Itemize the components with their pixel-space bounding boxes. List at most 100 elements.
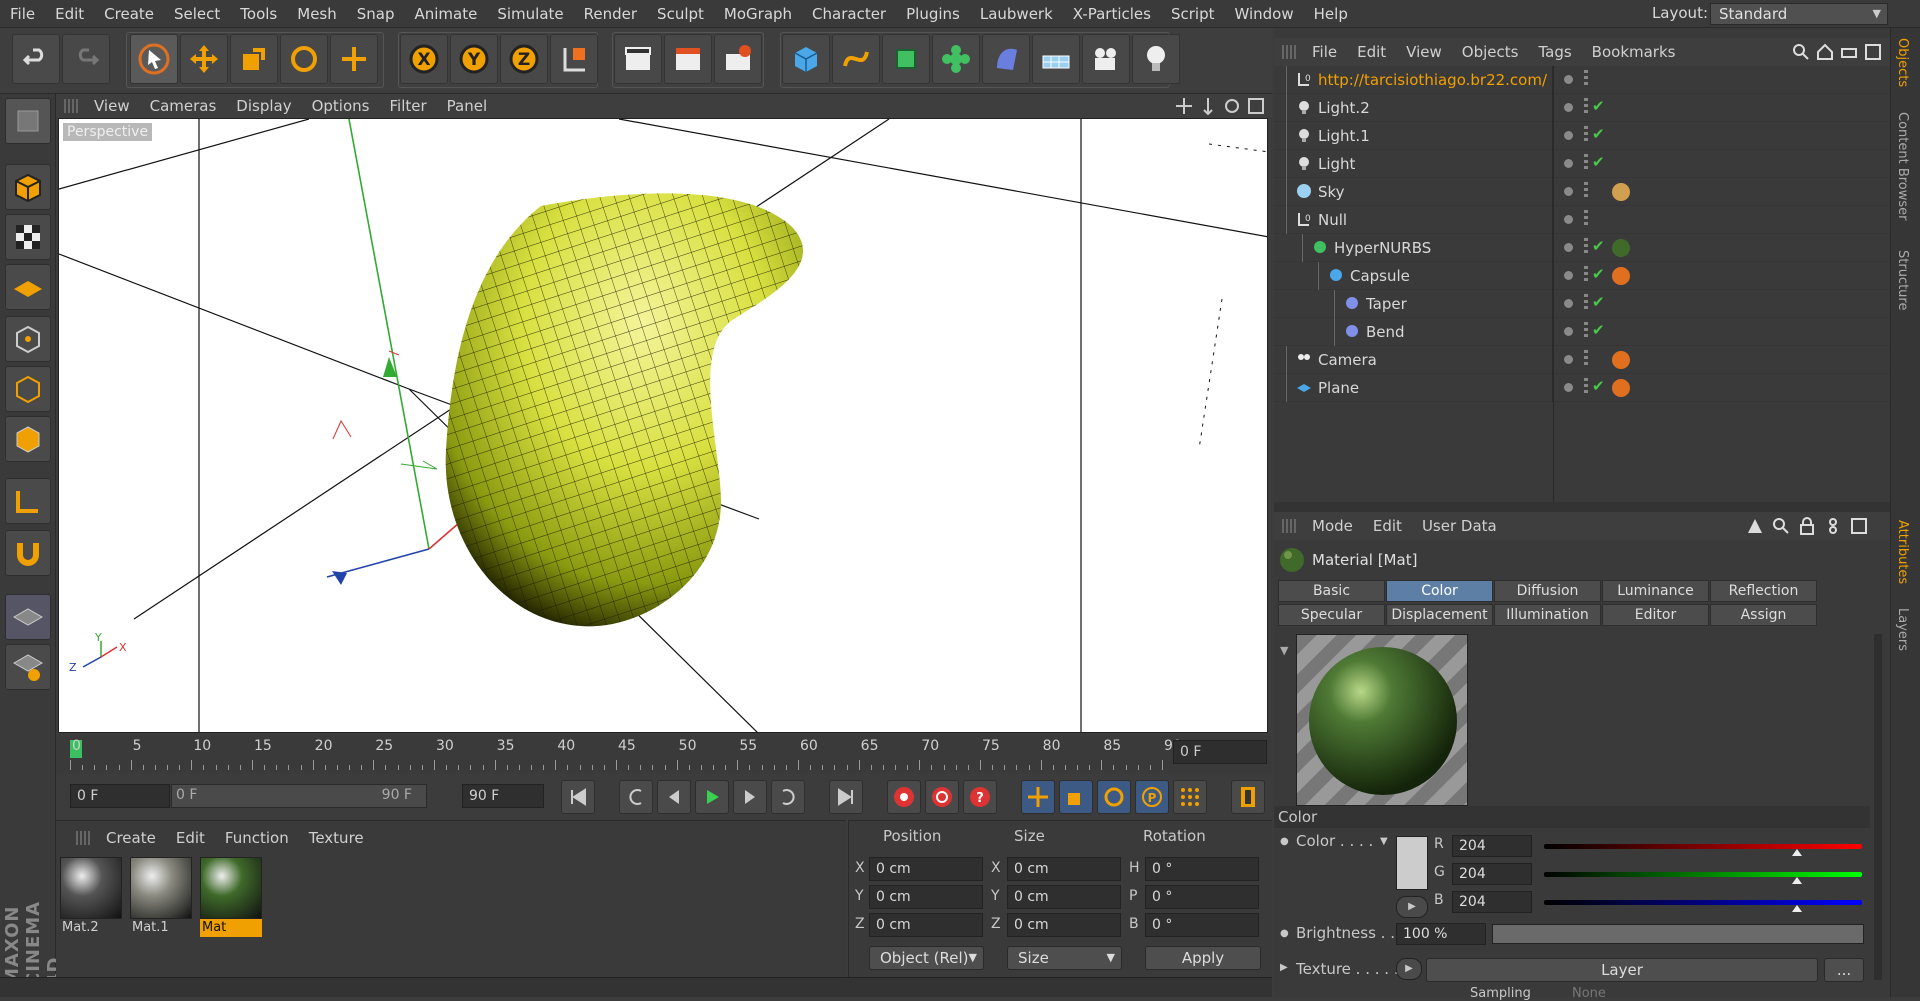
attribute-scrollbar[interactable] <box>1874 634 1882 980</box>
tab-assign[interactable]: Assign <box>1710 604 1817 626</box>
layout-dropdown[interactable]: Standard <box>1710 3 1888 25</box>
object-row-http-tarcisiothiago-br22-com[interactable]: 0 http://tarcisiothiago.br22.com/ <box>1274 66 1890 94</box>
end-frame-field[interactable]: 90 F <box>462 784 544 808</box>
editor-render-toggle[interactable] <box>1584 266 1588 284</box>
tab-diffusion[interactable]: Diffusion <box>1494 580 1601 602</box>
tab-attributes[interactable]: Attributes <box>1895 520 1910 584</box>
viewport-menu-options[interactable]: Options <box>302 97 380 115</box>
z-axis-button[interactable]: Z <box>500 34 548 84</box>
material-menu-edit[interactable]: Edit <box>166 829 215 847</box>
menu-animate[interactable]: Animate <box>405 5 488 23</box>
tab-basic[interactable]: Basic <box>1278 580 1385 602</box>
redo-button[interactable] <box>62 34 110 84</box>
tab-structure[interactable]: Structure <box>1895 250 1910 310</box>
brightness-field[interactable]: 100 % <box>1396 923 1486 945</box>
object-row-sky[interactable]: Sky <box>1274 178 1890 206</box>
menu-laubwerk[interactable]: Laubwerk <box>970 5 1063 23</box>
object-menu-objects[interactable]: Objects <box>1452 43 1529 61</box>
coordinate-mode-dropdown[interactable]: Object (Rel) ▼ <box>869 946 984 970</box>
timeline-window-button[interactable] <box>1231 780 1265 814</box>
visibility-dot[interactable] <box>1564 383 1573 392</box>
editor-render-toggle[interactable] <box>1584 350 1588 368</box>
menu-mograph[interactable]: MoGraph <box>714 5 802 23</box>
go-to-start-button[interactable] <box>561 780 595 814</box>
link-icon[interactable] <box>1824 517 1842 535</box>
visibility-dot[interactable] <box>1564 75 1573 84</box>
menu-plugins[interactable]: Plugins <box>896 5 970 23</box>
points-mode-button[interactable] <box>5 316 51 362</box>
rotation-h-field[interactable]: 0 ° <box>1145 857 1259 881</box>
object-row-camera[interactable]: Camera <box>1274 346 1890 374</box>
material-menu-create[interactable]: Create <box>96 829 166 847</box>
editor-render-toggle[interactable] <box>1584 238 1588 256</box>
r-field[interactable]: 204 <box>1452 835 1532 857</box>
color-picker-toggle[interactable]: ▶ <box>1396 896 1428 918</box>
position-z-field[interactable]: 0 cm <box>869 913 983 937</box>
tab-displacement[interactable]: Displacement <box>1386 604 1493 626</box>
tab-color[interactable]: Color <box>1386 580 1493 602</box>
tab-layers[interactable]: Layers <box>1895 608 1910 651</box>
menu-window[interactable]: Window <box>1224 5 1303 23</box>
light-button[interactable] <box>1132 34 1180 84</box>
visibility-dot[interactable] <box>1564 131 1573 140</box>
editor-render-toggle[interactable] <box>1584 210 1588 228</box>
search-icon[interactable] <box>1792 43 1810 61</box>
nurbs-button[interactable] <box>882 34 930 84</box>
object-row-hypernurbs[interactable]: HyperNURBS ✔ <box>1274 234 1890 262</box>
size-x-field[interactable]: 0 cm <box>1007 857 1121 881</box>
previous-key-button[interactable] <box>619 780 653 814</box>
object-row-light[interactable]: Light ✔ <box>1274 150 1890 178</box>
menu-script[interactable]: Script <box>1161 5 1225 23</box>
previous-frame-button[interactable] <box>657 780 691 814</box>
perspective-viewport[interactable]: Y X Z Perspective <box>58 118 1268 733</box>
attribute-menu-mode[interactable]: Mode <box>1302 517 1363 535</box>
select-tool-button[interactable] <box>130 34 178 84</box>
material-mat-2[interactable]: Mat.2 <box>60 857 122 937</box>
material-menu-texture[interactable]: Texture <box>299 829 374 847</box>
play-button[interactable] <box>695 780 729 814</box>
editor-render-toggle[interactable] <box>1584 378 1588 396</box>
sampling-value[interactable]: None <box>1572 986 1606 1001</box>
tab-reflection[interactable]: Reflection <box>1710 580 1817 602</box>
editor-render-toggle[interactable] <box>1584 126 1588 144</box>
color-swatch[interactable] <box>1396 836 1428 890</box>
viewport-menu-panel[interactable]: Panel <box>437 97 497 115</box>
b-slider-handle[interactable] <box>1792 905 1802 912</box>
g-slider[interactable] <box>1544 872 1862 877</box>
object-menu-file[interactable]: File <box>1302 43 1347 61</box>
visibility-dot[interactable] <box>1564 103 1573 112</box>
render-view-button[interactable] <box>614 34 662 84</box>
texture-expand-icon[interactable]: ▶ <box>1280 962 1288 973</box>
tab-specular[interactable]: Specular <box>1278 604 1385 626</box>
object-row-null[interactable]: 0 Null <box>1274 206 1890 234</box>
editor-render-toggle[interactable] <box>1584 182 1588 200</box>
camera-button[interactable] <box>1082 34 1130 84</box>
object-row-light-1[interactable]: Light.1 ✔ <box>1274 122 1890 150</box>
phong-tag-icon[interactable] <box>1612 267 1630 285</box>
edges-mode-button[interactable] <box>5 366 51 412</box>
key-scale-button[interactable] <box>1059 780 1093 814</box>
visibility-dot[interactable] <box>1564 159 1573 168</box>
snap-button[interactable] <box>5 530 51 576</box>
polygons-mode-button[interactable] <box>5 416 51 462</box>
key-position-button[interactable] <box>1021 780 1055 814</box>
live-select-button[interactable] <box>330 34 378 84</box>
tab-objects[interactable]: Objects <box>1895 38 1910 87</box>
object-row-capsule[interactable]: Capsule ✔ <box>1274 262 1890 290</box>
y-axis-button[interactable]: Y <box>450 34 498 84</box>
tab-editor[interactable]: Editor <box>1602 604 1709 626</box>
current-frame-field[interactable]: 0 F <box>70 784 170 808</box>
viewport-menu-cameras[interactable]: Cameras <box>140 97 227 115</box>
visibility-dot[interactable] <box>1564 243 1573 252</box>
tab-luminance[interactable]: Luminance <box>1602 580 1709 602</box>
brightness-keyframe-dot[interactable]: ● <box>1280 928 1289 939</box>
menu-snap[interactable]: Snap <box>347 5 405 23</box>
keyframe-dot-icon[interactable]: ● <box>1280 836 1289 847</box>
g-slider-handle[interactable] <box>1792 877 1802 884</box>
enabled-check-icon[interactable]: ✔ <box>1592 237 1605 255</box>
menu-sculpt[interactable]: Sculpt <box>647 5 714 23</box>
preview-collapse-icon[interactable]: ▼ <box>1280 644 1288 657</box>
folder-icon[interactable] <box>1840 43 1858 61</box>
coord-system-button[interactable] <box>550 34 598 84</box>
object-row-light-2[interactable]: Light.2 ✔ <box>1274 94 1890 122</box>
